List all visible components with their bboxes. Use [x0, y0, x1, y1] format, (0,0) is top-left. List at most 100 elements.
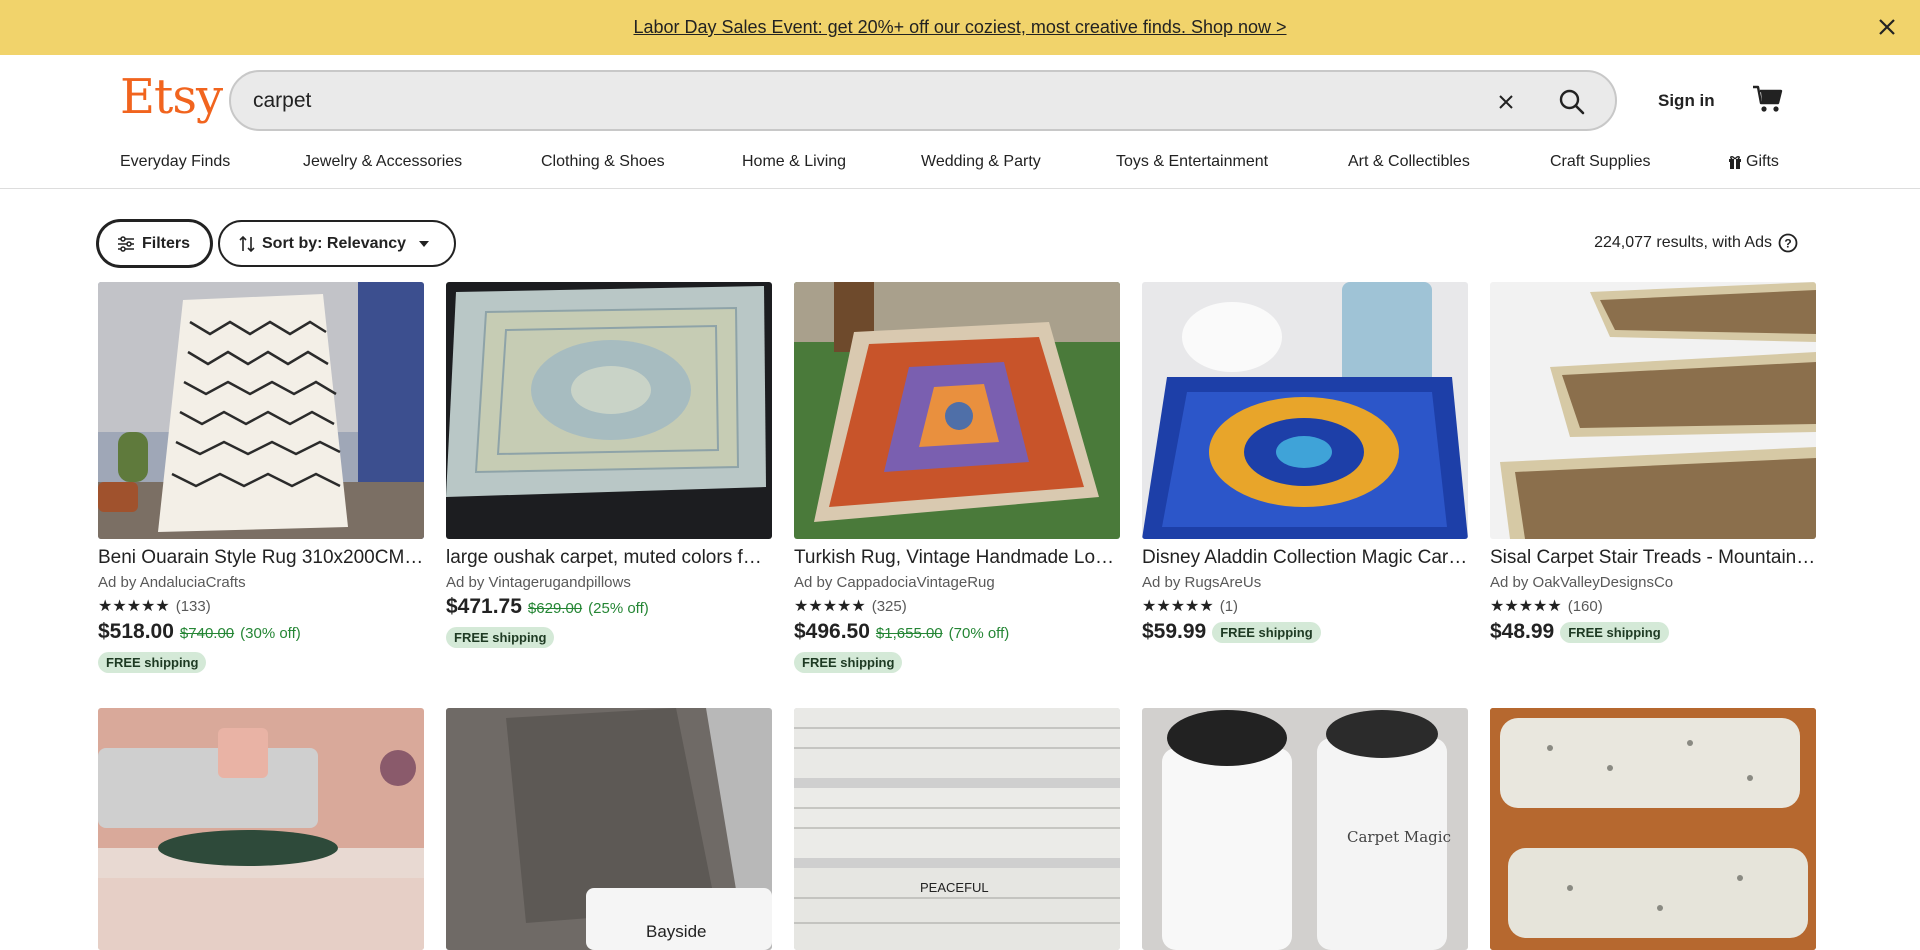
listing-shop[interactable]: Ad by RugsAreUs [1142, 574, 1468, 591]
review-count: (325) [871, 597, 907, 615]
price-row: $496.50 $1,655.00 (70% off) [794, 620, 1120, 644]
original-price: $629.00 [527, 600, 583, 617]
listing-rating: ★★★★★ (1) [1142, 596, 1468, 616]
nav-gifts-label: Gifts [1746, 153, 1779, 170]
nav-toys-entertainment[interactable]: Toys & Entertainment [1116, 153, 1268, 171]
listing-rating: ★★★★★ (325) [794, 596, 1120, 616]
category-nav: Everyday Finds Jewelry & Accessories Clo… [0, 139, 1920, 189]
image-caption: Bayside [646, 922, 707, 941]
listing-price: $518.00 [98, 620, 174, 643]
nav-wedding-party[interactable]: Wedding & Party [921, 153, 1041, 171]
listing-title[interactable]: Beni Ouarain Style Rug 310x200CM Berber … [98, 547, 424, 569]
caret-down-icon [419, 240, 430, 247]
star-rating-icon: ★★★★★ [98, 598, 170, 615]
listing-shop[interactable]: Ad by OakValleyDesignsCo [1490, 574, 1816, 591]
nav-jewelry-accessories[interactable]: Jewelry & Accessories [303, 153, 462, 171]
listing-card[interactable]: Bayside [446, 708, 772, 950]
listing-card[interactable]: Beni Ouarain Style Rug 310x200CM Berber … [98, 282, 424, 673]
results-count: 224,077 results, with Ads ? [1594, 233, 1798, 253]
listing-image[interactable] [1490, 282, 1816, 539]
search-icon [1559, 89, 1585, 115]
nav-home-living[interactable]: Home & Living [742, 153, 846, 171]
results-text: 224,077 results, with Ads [1594, 234, 1772, 251]
sort-label: Sort by: Relevancy [262, 234, 407, 252]
listing-card[interactable]: large oushak carpet, muted colors faded … [446, 282, 772, 648]
listing-image[interactable]: PEACEFUL [794, 708, 1120, 950]
price-row: $471.75 $629.00 (25% off) [446, 595, 772, 619]
listing-shop[interactable]: Ad by Vintagerugandpillows [446, 574, 772, 591]
promo-link[interactable]: Labor Day Sales Event: get 20%+ off our … [633, 17, 1286, 38]
cart-icon [1753, 85, 1783, 112]
listing-card[interactable]: PEACEFUL [794, 708, 1120, 950]
gift-icon [1729, 156, 1741, 169]
cart-button[interactable] [1752, 84, 1786, 116]
price-row: $59.99 FREE shipping [1142, 620, 1468, 644]
listing-shop[interactable]: Ad by CappadociaVintageRug [794, 574, 1120, 591]
promo-banner: Labor Day Sales Event: get 20%+ off our … [0, 0, 1920, 55]
listing-image[interactable]: Bayside [446, 708, 772, 950]
listing-card[interactable]: Sisal Carpet Stair Treads - Mountain Gra… [1490, 282, 1816, 644]
listing-title[interactable]: Turkish Rug, Vintage Handmade Low Pile R… [794, 547, 1120, 569]
site-header: Etsy Sign in [0, 55, 1920, 139]
review-count: (160) [1567, 597, 1603, 615]
listing-image[interactable]: Carpet Magic [1142, 708, 1468, 950]
sign-in-link[interactable]: Sign in [1658, 91, 1715, 111]
listing-title[interactable]: large oushak carpet, muted colors faded … [446, 547, 772, 569]
price-row: $48.99 FREE shipping [1490, 620, 1816, 644]
etsy-logo[interactable]: Etsy [120, 69, 223, 125]
image-caption: Carpet Magic [1347, 828, 1451, 846]
free-shipping-badge: FREE shipping [446, 627, 555, 648]
listing-title[interactable]: Sisal Carpet Stair Treads - Mountain Gra… [1490, 547, 1816, 569]
listing-card[interactable] [1490, 708, 1816, 950]
free-shipping-badge: FREE shipping [98, 652, 207, 673]
search-button[interactable] [1553, 83, 1591, 121]
discount-badge: (30% off) [240, 625, 301, 642]
clear-search-button[interactable] [1491, 87, 1521, 117]
listing-shop[interactable]: Ad by AndaluciaCrafts [98, 574, 424, 591]
free-shipping-badge: FREE shipping [1212, 621, 1321, 643]
discount-badge: (25% off) [588, 600, 649, 617]
sort-arrows-icon [239, 235, 255, 252]
star-rating-icon: ★★★★★ [1142, 598, 1214, 615]
discount-badge: (70% off) [948, 625, 1010, 642]
search-bar [229, 70, 1617, 131]
listing-image[interactable] [98, 282, 424, 539]
nav-craft-supplies[interactable]: Craft Supplies [1550, 153, 1651, 171]
nav-everyday-finds[interactable]: Everyday Finds [120, 153, 230, 171]
filters-button[interactable]: Filters [97, 220, 212, 267]
listing-rating: ★★★★★ (133) [98, 596, 424, 616]
listing-image[interactable] [446, 282, 772, 539]
listing-card[interactable]: Disney Aladdin Collection Magic Carpet A… [1142, 282, 1468, 644]
free-shipping-badge: FREE shipping [794, 652, 903, 673]
close-icon [1499, 95, 1513, 109]
original-price: $740.00 [179, 625, 235, 642]
star-rating-icon: ★★★★★ [1490, 598, 1562, 615]
review-count: (1) [1219, 597, 1239, 615]
listing-price: $496.50 [794, 620, 870, 643]
listing-price: $59.99 [1142, 620, 1207, 643]
review-count: (133) [175, 597, 211, 615]
nav-art-collectibles[interactable]: Art & Collectibles [1348, 153, 1470, 171]
listing-price: $48.99 [1490, 620, 1555, 643]
help-icon[interactable]: ? [1778, 233, 1798, 253]
free-shipping-badge: FREE shipping [1560, 621, 1669, 643]
close-banner-button[interactable] [1872, 12, 1902, 42]
sort-dropdown[interactable]: Sort by: Relevancy [218, 220, 456, 267]
search-input[interactable] [253, 86, 1453, 116]
image-caption: PEACEFUL [920, 880, 989, 895]
listing-image[interactable] [98, 708, 424, 950]
listing-card[interactable] [98, 708, 424, 950]
listing-title[interactable]: Disney Aladdin Collection Magic Carpet A… [1142, 547, 1468, 569]
listing-card[interactable]: Turkish Rug, Vintage Handmade Low Pile R… [794, 282, 1120, 673]
listing-rating: ★★★★★ (160) [1490, 596, 1816, 616]
nav-clothing-shoes[interactable]: Clothing & Shoes [541, 153, 665, 171]
listing-image[interactable] [1142, 282, 1468, 539]
original-price: $1,655.00 [875, 625, 943, 642]
price-row: $518.00 $740.00 (30% off) [98, 620, 424, 644]
listing-card[interactable]: Carpet Magic [1142, 708, 1468, 950]
nav-gifts[interactable]: Gifts [1728, 153, 1779, 171]
listing-image[interactable] [794, 282, 1120, 539]
svg-text:?: ? [1784, 237, 1791, 251]
listing-price: $471.75 [446, 595, 522, 618]
listing-image[interactable] [1490, 708, 1816, 950]
